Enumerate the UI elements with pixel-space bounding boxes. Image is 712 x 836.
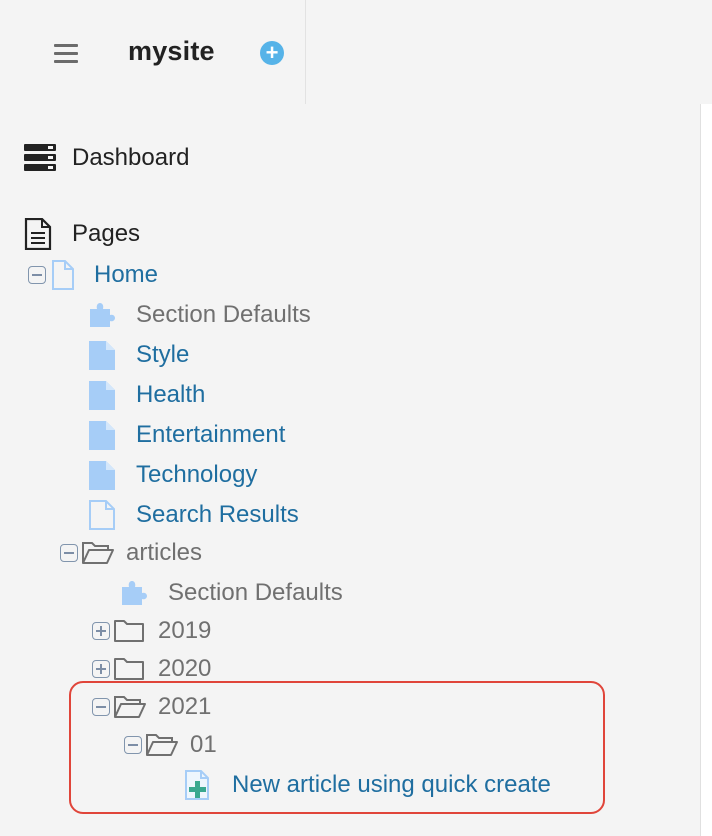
dashboard-icon [24,144,56,171]
tree-label-articles[interactable]: articles [126,539,202,567]
tree-label-entertainment[interactable]: Entertainment [136,421,285,449]
collapse-icon[interactable] [60,544,78,562]
page-outline-icon [89,500,115,530]
tree-row-2019[interactable]: 2019 [92,613,211,649]
add-site-button[interactable]: + [260,41,284,65]
tree-row-entertainment[interactable]: Entertainment [86,417,285,453]
top-bar: mysite + [0,0,306,104]
highlight-annotation [69,681,605,814]
page-icon [89,381,115,410]
tree-label-style[interactable]: Style [136,341,189,369]
page-icon [89,461,115,490]
nav-dashboard[interactable]: Dashboard [24,144,189,172]
document-icon [24,218,52,250]
tree-row-section-defaults[interactable]: Section Defaults [86,297,311,333]
puzzle-icon [122,581,147,605]
tree-label-section-defaults[interactable]: Section Defaults [136,301,311,329]
tree-label-technology[interactable]: Technology [136,461,257,489]
tree-row-home[interactable]: Home [28,257,158,293]
tree-row-search-results[interactable]: Search Results [86,497,299,533]
folder-icon [114,620,144,642]
folder-open-icon [82,542,114,564]
page-outline-icon [52,260,74,290]
tree-label-2019[interactable]: 2019 [158,617,211,645]
tree-row-articles-section-defaults[interactable]: Section Defaults [118,575,343,611]
content-panel-edge [700,104,712,836]
expand-icon[interactable] [92,660,110,678]
tree-row-health[interactable]: Health [86,377,205,413]
tree-row-articles[interactable]: articles [60,535,202,571]
tree-label-articles-section-defaults[interactable]: Section Defaults [168,579,343,607]
tree-row-style[interactable]: Style [86,337,189,373]
nav-pages[interactable]: Pages [24,218,140,250]
expand-icon[interactable] [92,622,110,640]
nav-pages-label: Pages [72,220,141,247]
page-icon [89,421,115,450]
tree-label-home[interactable]: Home [94,261,158,289]
tree-label-search-results[interactable]: Search Results [136,501,299,529]
nav-dashboard-label: Dashboard [72,144,190,171]
tree-label-2020[interactable]: 2020 [158,655,211,683]
tree-row-technology[interactable]: Technology [86,457,257,493]
puzzle-icon [90,303,115,327]
tree-label-health[interactable]: Health [136,381,205,409]
page-icon [89,341,115,370]
folder-icon [114,658,144,680]
hamburger-icon[interactable] [54,44,78,64]
site-name[interactable]: mysite [128,36,215,67]
collapse-icon[interactable] [28,266,46,284]
